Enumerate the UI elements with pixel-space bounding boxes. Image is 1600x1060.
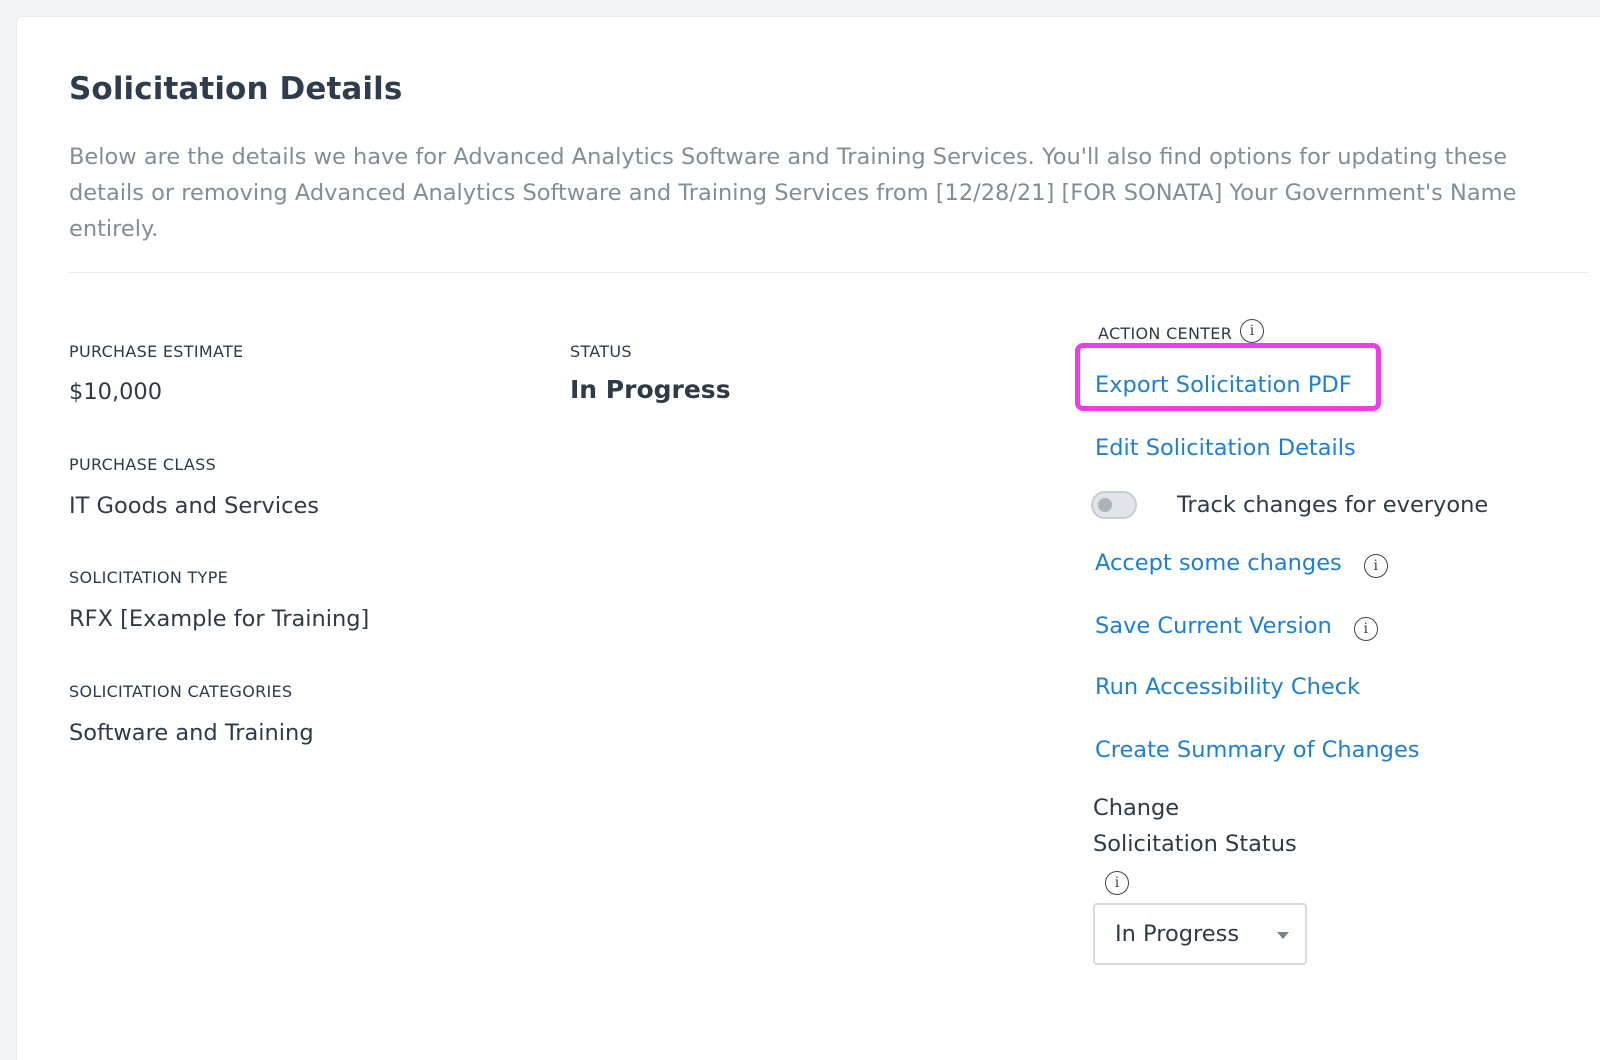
change-status-line-1: Change bbox=[1093, 795, 1180, 821]
page-description: Below are the details we have for Advanc… bbox=[69, 144, 1517, 242]
run-accessibility-check-link[interactable]: Run Accessibility Check bbox=[1095, 674, 1360, 700]
purchase-estimate-value: $10,000 bbox=[69, 379, 163, 405]
edit-solicitation-details-link[interactable]: Edit Solicitation Details bbox=[1095, 435, 1356, 461]
page-title: Solicitation Details bbox=[69, 71, 403, 107]
solicitation-type-label: SOLICITATION TYPE bbox=[69, 568, 229, 587]
status-label: STATUS bbox=[570, 342, 632, 361]
purchase-class-value: IT Goods and Services bbox=[69, 493, 320, 519]
solicitation-categories-value: Software and Training bbox=[69, 720, 314, 746]
track-changes-label: Track changes for everyone bbox=[1177, 492, 1489, 518]
save-current-version-row: Save Current Version i bbox=[1095, 611, 1378, 641]
purchase-estimate-label: PURCHASE ESTIMATE bbox=[69, 342, 244, 361]
toggle-knob bbox=[1098, 498, 1112, 512]
track-changes-toggle[interactable] bbox=[1091, 491, 1137, 519]
solicitation-details-card: Solicitation Details Below are the detai… bbox=[16, 16, 1600, 1060]
section-divider bbox=[69, 272, 1589, 273]
action-center-label: ACTION CENTER i bbox=[1098, 318, 1265, 343]
change-solicitation-status-label: Change Solicitation Status bbox=[1093, 790, 1297, 862]
accept-some-changes-link[interactable]: Accept some changes bbox=[1095, 550, 1342, 576]
change-status-line-2: Solicitation Status bbox=[1093, 831, 1297, 857]
status-value: In Progress bbox=[570, 375, 731, 404]
create-summary-of-changes-link[interactable]: Create Summary of Changes bbox=[1095, 737, 1420, 763]
action-center-label-text: ACTION CENTER bbox=[1098, 324, 1233, 343]
info-icon[interactable]: i bbox=[1363, 554, 1388, 578]
solicitation-status-select[interactable]: In Progress bbox=[1093, 903, 1307, 965]
purchase-class-label: PURCHASE CLASS bbox=[69, 455, 217, 474]
solicitation-categories-label: SOLICITATION CATEGORIES bbox=[69, 682, 293, 701]
info-icon[interactable]: i bbox=[1353, 617, 1378, 641]
chevron-down-icon bbox=[1277, 932, 1289, 939]
status-select-value: In Progress bbox=[1115, 921, 1240, 947]
solicitation-type-value: RFX [Example for Training] bbox=[69, 606, 370, 632]
accept-some-changes-row: Accept some changes i bbox=[1095, 548, 1388, 578]
export-solicitation-pdf-link[interactable]: Export Solicitation PDF bbox=[1095, 372, 1352, 398]
info-icon[interactable]: i bbox=[1105, 871, 1129, 895]
info-icon[interactable]: i bbox=[1240, 318, 1265, 343]
save-current-version-link[interactable]: Save Current Version bbox=[1095, 613, 1332, 639]
